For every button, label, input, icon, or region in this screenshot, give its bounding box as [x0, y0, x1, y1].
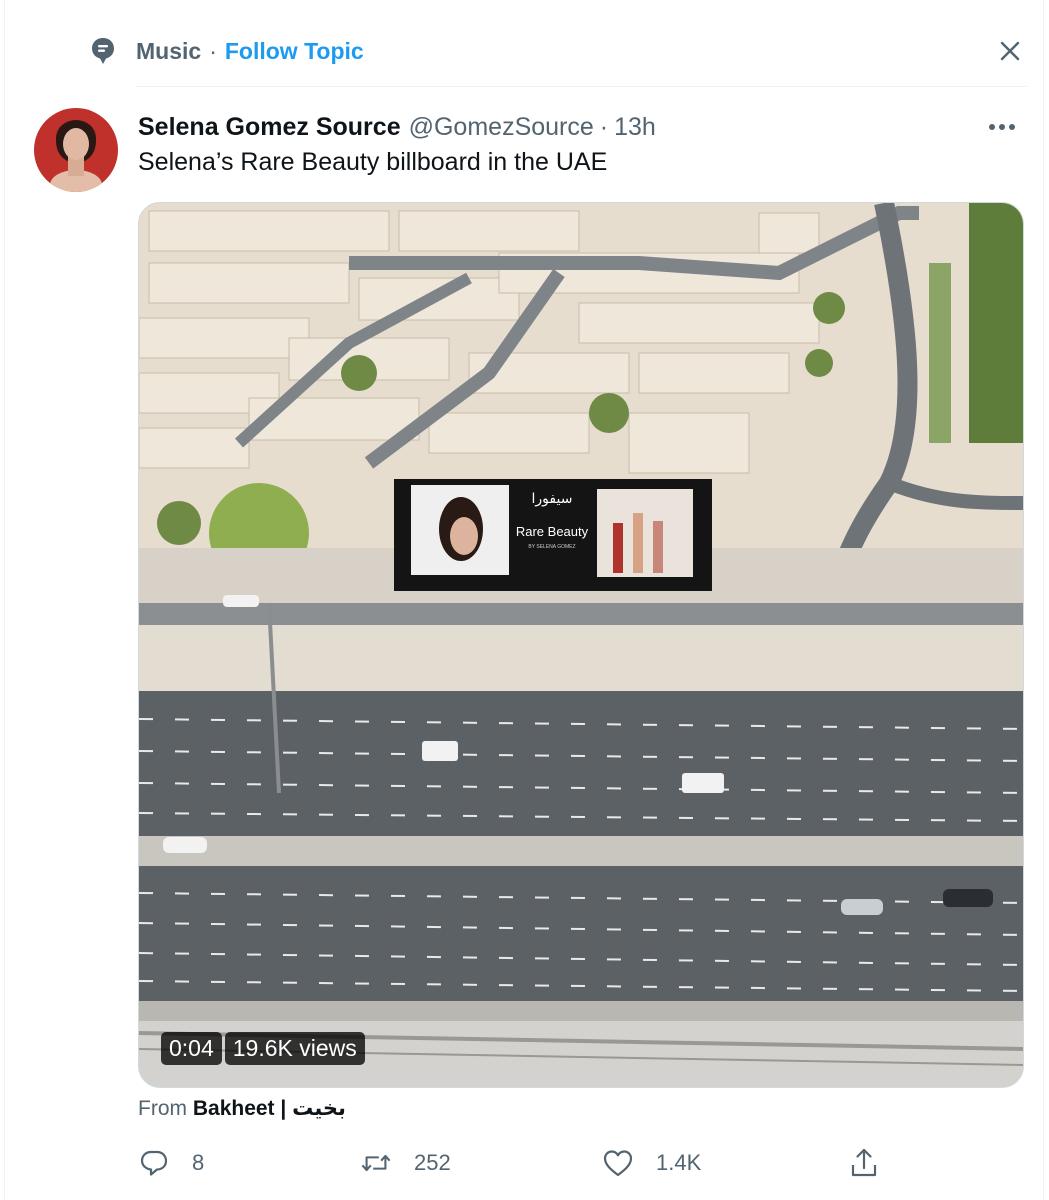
topic-bubble-icon — [88, 36, 118, 66]
billboard-sub-text: BY SELENA GOMEZ — [528, 544, 575, 550]
retweet-count: 252 — [414, 1150, 451, 1175]
close-icon[interactable] — [993, 34, 1027, 68]
reply-icon — [138, 1147, 170, 1179]
video-overlay: 0:04 19.6K views — [161, 1032, 365, 1065]
like-count: 1.4K — [656, 1150, 702, 1175]
retweet-button[interactable]: 252 — [360, 1142, 451, 1184]
share-button[interactable] — [848, 1142, 880, 1184]
topic-name[interactable]: Music — [136, 38, 201, 65]
tweet-actions: 8 252 1.4K — [138, 1142, 898, 1184]
video-frame: سيفورا Rare Beauty BY SELENA GOMEZ — [139, 203, 1023, 1087]
divider — [136, 86, 1027, 87]
tweet-timestamp[interactable]: 13h — [614, 113, 656, 142]
author-handle[interactable]: @GomezSource — [409, 113, 594, 142]
avatar[interactable] — [34, 108, 118, 192]
source-prefix: From — [138, 1097, 187, 1120]
tweet-text: Selena’s Rare Beauty billboard in the UA… — [138, 148, 608, 176]
source-account[interactable]: Bakheet | بخيت — [193, 1097, 346, 1120]
follow-topic-button[interactable]: Follow Topic — [225, 38, 364, 65]
time-separator: · — [599, 112, 609, 141]
billboard-arabic-text: سيفورا — [532, 491, 573, 507]
media-source: From Bakheet | بخيت — [138, 1096, 346, 1121]
video-duration: 0:04 — [161, 1032, 222, 1065]
like-icon — [602, 1147, 634, 1179]
reply-button[interactable]: 8 — [138, 1142, 204, 1184]
video-views: 19.6K views — [224, 1032, 365, 1065]
billboard-brand-text: Rare Beauty — [516, 524, 589, 539]
share-icon — [848, 1147, 880, 1179]
tweet-header: Selena Gomez Source @GomezSource · 13h — [138, 110, 1019, 144]
retweet-icon — [360, 1147, 392, 1179]
reply-count: 8 — [192, 1150, 205, 1175]
topic-header: Music · Follow Topic — [88, 30, 1027, 72]
author-name[interactable]: Selena Gomez Source — [138, 113, 401, 142]
like-button[interactable]: 1.4K — [602, 1142, 701, 1184]
topic-separator: · — [209, 37, 217, 64]
more-icon[interactable] — [985, 110, 1019, 144]
video-player[interactable]: سيفورا Rare Beauty BY SELENA GOMEZ 0:04 … — [138, 202, 1024, 1088]
